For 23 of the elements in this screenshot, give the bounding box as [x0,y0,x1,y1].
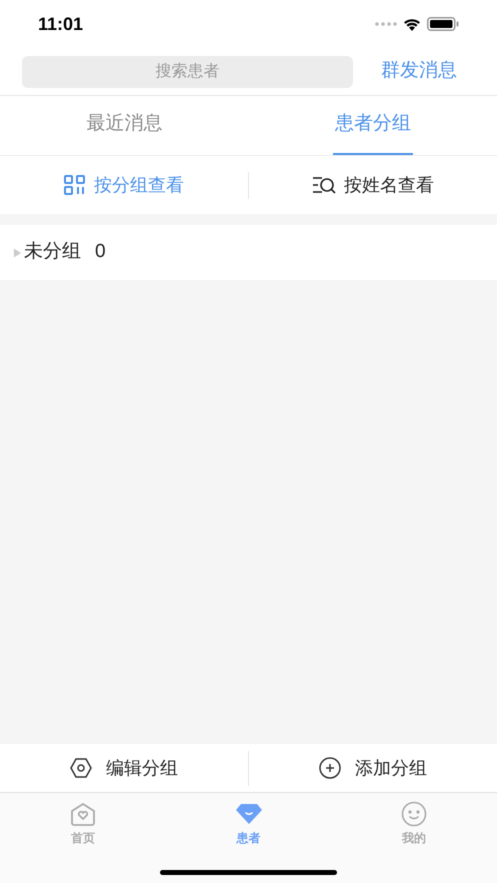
tab-bar-item[interactable]: 我的 [401,801,428,847]
list-search-icon [312,176,336,194]
gem-smile-icon [234,803,262,825]
action-button[interactable]: 添加分组 [319,750,427,786]
broadcast-button[interactable]: 群发消息 [381,57,457,86]
smiley-icon [401,801,428,827]
group-name: 未分组 [24,240,81,264]
grid-icon [64,175,86,195]
plus-circle-icon [319,757,341,779]
view-mode-button[interactable]: 按分组查看 [64,172,184,198]
battery-icon [427,17,459,31]
signal-icon [375,22,397,26]
view-mode-button[interactable]: 按姓名查看 [312,172,434,198]
search-field[interactable]: 搜索患者 [22,56,353,88]
home-heart-icon [70,802,96,826]
action-button[interactable]: 编辑分组 [70,750,178,786]
wifi-icon [403,18,421,30]
tab-bar-item[interactable]: 患者 [234,801,262,847]
tab[interactable]: 最近消息 [84,96,164,155]
group-count: 0 [95,240,106,264]
tab-bar-item[interactable]: 首页 [70,801,96,847]
group-row[interactable]: 未分组 0 [0,225,497,280]
status-time: 11:01 [38,12,84,36]
